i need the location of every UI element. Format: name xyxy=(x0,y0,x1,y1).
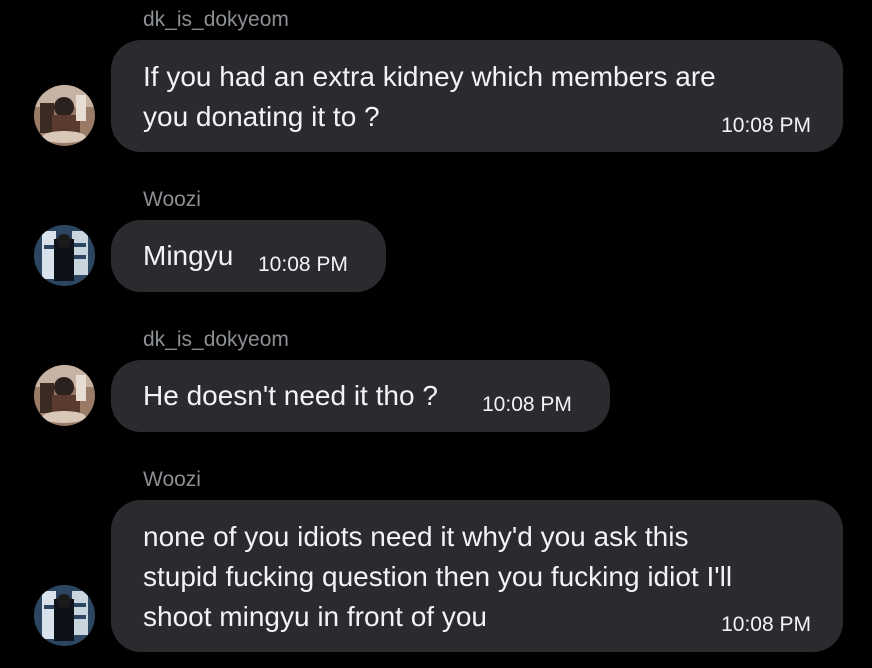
woozi-avatar-image xyxy=(34,585,95,646)
message-text-line: stupid fucking question then you fucking… xyxy=(143,561,733,592)
message-text-line: He doesn't need it tho ? xyxy=(143,380,438,411)
user-avatar[interactable] xyxy=(34,365,95,426)
message-bubble[interactable]: Mingyu 10:08 PM xyxy=(111,220,386,292)
message-text-line: you donating it to ? xyxy=(143,101,380,132)
message-text-line: shoot mingyu in front of you xyxy=(143,601,487,632)
user-avatar[interactable] xyxy=(34,225,95,286)
message-sender[interactable]: Woozi xyxy=(143,188,201,212)
message-bubble[interactable]: If you had an extra kidney which members… xyxy=(111,40,843,152)
user-avatar[interactable] xyxy=(34,585,95,646)
message-sender[interactable]: Woozi xyxy=(143,468,201,492)
message-bubble[interactable]: none of you idiots need it why'd you ask… xyxy=(111,500,843,652)
user-avatar[interactable] xyxy=(34,85,95,146)
dokyeom-avatar-image xyxy=(34,85,95,146)
message-text-line: Mingyu xyxy=(143,240,234,271)
dokyeom-avatar-image xyxy=(34,365,95,426)
message-sender[interactable]: dk_is_dokyeom xyxy=(143,328,289,352)
message-sender[interactable]: dk_is_dokyeom xyxy=(143,8,289,32)
message-text-line: If you had an extra kidney which members… xyxy=(143,61,716,92)
message-timestamp: 10:08 PM xyxy=(482,393,572,416)
message-timestamp: 10:08 PM xyxy=(258,253,348,276)
message-timestamp: 10:08 PM xyxy=(721,613,811,636)
message-bubble[interactable]: He doesn't need it tho ? 10:08 PM xyxy=(111,360,610,432)
message-text-line: none of you idiots need it why'd you ask… xyxy=(143,521,689,552)
message-timestamp: 10:08 PM xyxy=(721,114,811,137)
woozi-avatar-image xyxy=(34,225,95,286)
